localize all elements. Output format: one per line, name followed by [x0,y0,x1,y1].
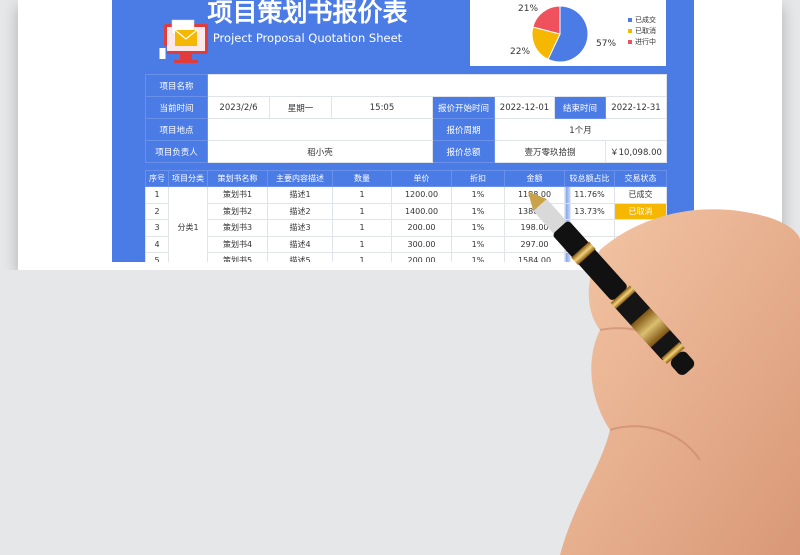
cell-status[interactable]: 已成交 [614,186,667,204]
cell-name[interactable]: 策划书2 [207,202,268,220]
cell-no[interactable]: 4 [145,235,169,253]
cell-no[interactable]: 1 [145,186,169,204]
legend-cancelled: 已取消 [635,26,656,35]
cell-amount[interactable]: 198.00 [504,219,565,237]
owner-label: 项目负责人 [145,140,208,163]
legend-swatch-done [628,18,632,22]
cell-name[interactable]: 策划书4 [207,235,268,253]
legend-swatch-cancelled [628,29,632,33]
cell-discount[interactable]: 1% [451,219,505,237]
cell-no[interactable]: 2 [145,202,169,220]
col-header-price[interactable]: 单价 [391,170,452,187]
col-header-ratio[interactable]: 较总额占比 [564,170,615,187]
cell-price[interactable]: 1400.00 [391,202,452,220]
table-row[interactable]: 2 策划书2 描述2 1 1400.00 1% 1386.00 13.73% 已… [145,202,667,220]
cell-amount[interactable]: 297.00 [504,235,565,253]
legend-done: 已成交 [635,15,656,24]
col-header-discount[interactable]: 折扣 [451,170,505,187]
cell-ratio[interactable]: 13.73% [564,202,615,220]
cell-status[interactable] [614,219,667,237]
cell-price[interactable]: 1200.00 [391,186,452,204]
cell-ratio[interactable] [564,235,615,253]
pie-label-done: 57% [596,39,616,49]
cell-qty[interactable]: 1 [332,235,392,253]
project-name-label: 项目名称 [145,74,208,97]
table-row[interactable]: 3 策划书3 描述3 1 200.00 1% 198.00 [145,219,667,237]
period-label: 报价周期 [432,118,495,141]
cell-qty[interactable]: 1 [332,202,392,220]
col-header-qty[interactable]: 数量 [332,170,392,187]
cell-no[interactable]: 3 [145,219,169,237]
end-time-cell[interactable]: 2022-12-31 [604,96,668,119]
total-cn-cell[interactable]: 壹万零玖拾捌 [494,140,606,163]
cell-desc[interactable]: 描述2 [267,202,333,220]
table-row[interactable]: 1 分类1 策划书1 描述1 1 1200.00 1% 1188.00 11.7… [145,186,667,270]
computer-mail-icon [158,19,208,63]
quote-start-cell[interactable]: 2022-12-01 [494,96,555,119]
cell-discount[interactable]: 1% [451,235,505,253]
cell-desc[interactable]: 描述1 [267,186,333,204]
current-clock-cell[interactable]: 15:05 [331,96,433,119]
location-field[interactable] [207,118,433,141]
cell-desc[interactable]: 描述3 [267,219,333,237]
cell-amount[interactable]: 1188.00 [504,186,565,204]
cell-desc[interactable]: 描述4 [267,235,333,253]
col-header-category[interactable]: 项目分类 [168,170,208,187]
owner-cell[interactable]: 稻小壳 [207,140,433,163]
pie-label-cancelled: 22% [510,47,530,57]
legend-swatch-in-progress [628,40,632,44]
quotation-table: 序号 项目分类 策划书名称 主要内容描述 数量 单价 折扣 金额 较总额占比 交… [145,170,667,270]
cell-price[interactable]: 300.00 [391,235,452,253]
cell-discount[interactable]: 1% [451,202,505,220]
col-header-no[interactable]: 序号 [145,170,169,187]
cell-discount[interactable]: 1% [451,186,505,204]
total-value-cell[interactable]: ￥10,098.00 [604,140,668,163]
current-time-label: 当前时间 [145,96,208,119]
total-label: 报价总额 [432,140,495,163]
cell-category[interactable]: 分类1 [168,186,208,270]
table-row[interactable]: 4 策划书4 描述4 1 300.00 1% 297.00 [145,235,667,253]
col-header-name[interactable]: 策划书名称 [207,170,268,187]
cell-amount[interactable]: 1386.00 [504,202,565,220]
col-header-status[interactable]: 交易状态 [614,170,667,187]
col-header-amount[interactable]: 金额 [504,170,565,187]
col-header-desc[interactable]: 主要内容描述 [267,170,333,187]
cell-status[interactable] [614,235,667,253]
pie-label-cancel-in-progress: 21% [518,4,538,14]
cell-qty[interactable]: 1 [332,186,392,204]
cell-qty[interactable]: 1 [332,219,392,237]
cell-name[interactable]: 策划书3 [207,219,268,237]
cell-price[interactable]: 200.00 [391,219,452,237]
quote-start-label: 报价开始时间 [432,96,495,119]
pie-chart: 21% 22% 57% 已成交 已取消 进行中 [510,4,656,63]
table-header-row: 序号 项目分类 策划书名称 主要内容描述 数量 单价 折扣 金额 较总额占比 交… [145,170,667,187]
cell-ratio[interactable] [564,219,615,237]
sheet-bottom-edge [18,262,782,270]
current-date-cell[interactable]: 2023/2/6 [207,96,270,119]
cell-status[interactable]: 已取消 [614,202,667,220]
cell-name[interactable]: 策划书1 [207,186,268,204]
project-info-table: 项目名称 当前时间 2023/2/6 星期一 15:05 报价开始时间 2022… [145,74,668,163]
weekday-cell[interactable]: 星期一 [269,96,332,119]
legend-in-progress: 进行中 [635,37,656,46]
desk-background [0,270,800,555]
location-label: 项目地点 [145,118,208,141]
project-name-field[interactable] [206,74,668,97]
cell-ratio[interactable]: 11.76% [564,186,615,204]
end-time-label: 结束时间 [554,96,606,119]
pie-chart-panel: 21% 22% 57% 已成交 已取消 进行中 [470,0,666,66]
period-cell[interactable]: 1个月 [493,118,668,141]
